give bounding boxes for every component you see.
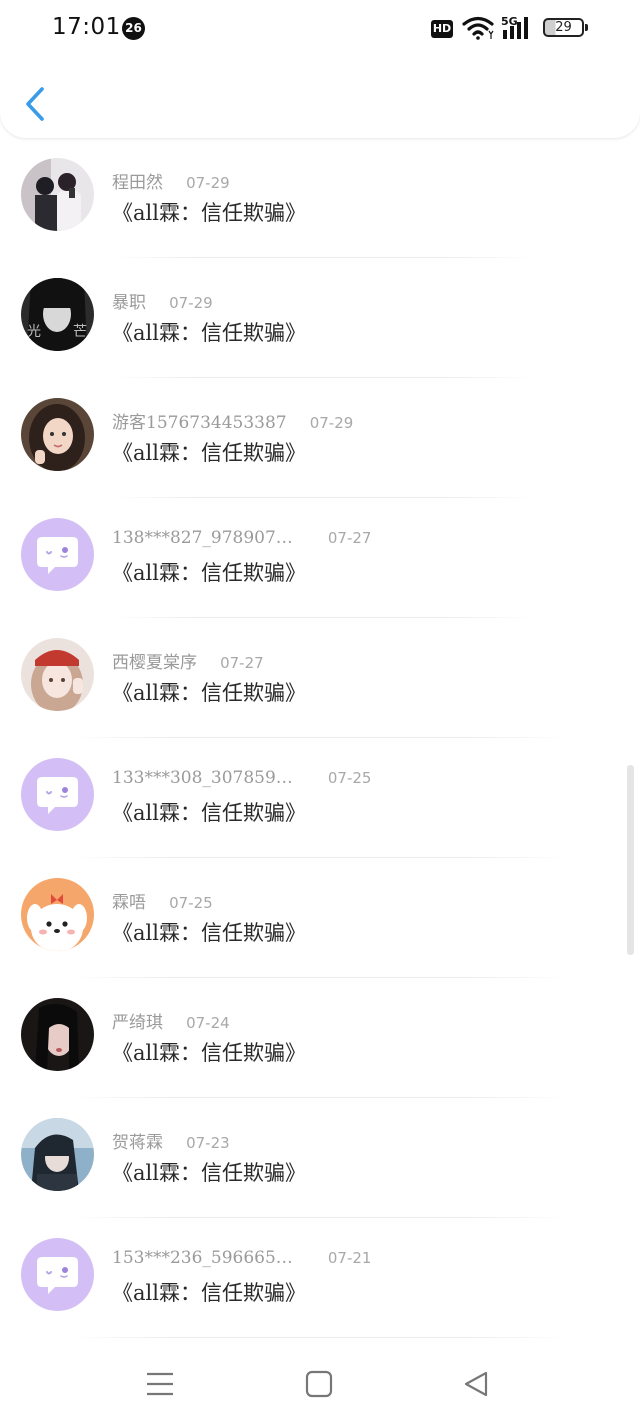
chevron-left-icon	[26, 87, 44, 121]
username: 暴职	[112, 293, 146, 313]
chat-bubble-icon	[21, 758, 94, 831]
book-title: 《all霖：信任欺骗》	[112, 201, 306, 225]
list-item[interactable]: 霖唔 07-25 《all霖：信任欺骗》	[0, 858, 640, 978]
book-title: 《all霖：信任欺骗》	[112, 1281, 306, 1305]
item-meta: 138***827_978907… 07-27	[112, 528, 371, 550]
username: 贺蒋霖	[112, 1133, 163, 1153]
battery-tip	[585, 24, 588, 31]
item-meta: 西樱夏棠序 07-27	[112, 648, 264, 673]
status-time: 17:01	[52, 14, 121, 40]
date: 07-27	[220, 654, 264, 672]
user-avatar[interactable]	[21, 398, 94, 471]
username: 程田然	[112, 173, 163, 193]
book-title: 《all霖：信任欺骗》	[112, 561, 306, 585]
reader-list[interactable]: 程田然 07-29 《all霖：信任欺骗》 光 芒 暴职 07-29 《all霖…	[0, 138, 640, 1338]
book-title: 《all霖：信任欺骗》	[112, 801, 306, 825]
book-title: 《all霖：信任欺骗》	[112, 441, 306, 465]
list-item[interactable]: 153***236_596665… 07-21 《all霖：信任欺骗》	[0, 1218, 640, 1338]
item-meta: 严绮琪 07-24	[112, 1008, 230, 1033]
date: 07-24	[186, 1014, 230, 1032]
username: 严绮琪	[112, 1013, 163, 1033]
signal-5g-icon: 5G	[501, 15, 528, 39]
back-triangle-icon[interactable]	[462, 1370, 490, 1398]
item-meta: 游客1576734453387 07-29	[112, 408, 354, 433]
list-item[interactable]: 光 芒 暴职 07-29 《all霖：信任欺骗》	[0, 258, 640, 378]
default-avatar[interactable]	[21, 518, 94, 591]
menu-icon[interactable]	[146, 1371, 174, 1397]
book-title: 《all霖：信任欺骗》	[112, 1041, 306, 1065]
date: 07-25	[169, 894, 213, 912]
default-avatar[interactable]	[21, 1238, 94, 1311]
hd-icon: HD	[431, 20, 453, 38]
user-avatar[interactable]	[21, 158, 94, 231]
list-item[interactable]: 游客1576734453387 07-29 《all霖：信任欺骗》	[0, 378, 640, 498]
scrollbar[interactable]	[627, 765, 634, 955]
system-nav-bar	[0, 1345, 640, 1427]
chat-bubble-icon	[21, 518, 94, 591]
username: 153***236_596665…	[112, 1248, 293, 1268]
screen: 17:01 26 HD 5G 29 程田然 07-29 《all霖：信任欺骗》 …	[0, 0, 640, 1427]
date: 07-23	[186, 1134, 230, 1152]
header: 17:01 26 HD 5G 29	[0, 0, 640, 138]
item-meta: 霖唔 07-25	[112, 888, 213, 913]
item-meta: 133***308_307859… 07-25	[112, 768, 371, 790]
book-title: 《all霖：信任欺骗》	[112, 921, 306, 945]
user-avatar[interactable]	[21, 638, 94, 711]
default-avatar[interactable]	[21, 758, 94, 831]
username: 138***827_978907…	[112, 528, 293, 548]
item-meta: 贺蒋霖 07-23	[112, 1128, 230, 1153]
item-meta: 暴职 07-29	[112, 288, 213, 313]
notification-count-badge: 26	[122, 17, 145, 40]
home-square-icon[interactable]	[305, 1370, 333, 1398]
list-item[interactable]: 严绮琪 07-24 《all霖：信任欺骗》	[0, 978, 640, 1098]
username: 西樱夏棠序	[112, 653, 197, 673]
date: 07-27	[327, 529, 372, 547]
user-avatar[interactable]	[21, 1118, 94, 1191]
username: 霖唔	[112, 893, 146, 913]
item-meta: 程田然 07-29	[112, 168, 230, 193]
list-item[interactable]: 贺蒋霖 07-23 《all霖：信任欺骗》	[0, 1098, 640, 1218]
battery-icon: 29	[543, 18, 584, 37]
list-item[interactable]: 西樱夏棠序 07-27 《all霖：信任欺骗》	[0, 618, 640, 738]
wifi-icon	[462, 16, 494, 40]
list-item[interactable]: 程田然 07-29 《all霖：信任欺骗》	[0, 138, 640, 258]
date: 07-29	[186, 174, 230, 192]
date: 07-25	[327, 769, 372, 787]
status-bar: 17:01 26 HD 5G 29	[0, 0, 640, 58]
user-avatar[interactable]: 光 芒	[21, 278, 94, 351]
svg-text:芒: 芒	[73, 324, 87, 340]
list-item[interactable]: 138***827_978907… 07-27 《all霖：信任欺骗》	[0, 498, 640, 618]
network-label: 5G	[501, 15, 518, 28]
item-meta: 153***236_596665… 07-21	[112, 1248, 371, 1270]
user-avatar[interactable]	[21, 998, 94, 1071]
date: 07-21	[327, 1249, 372, 1267]
back-button[interactable]	[18, 84, 52, 124]
divider	[70, 1337, 570, 1338]
book-title: 《all霖：信任欺骗》	[112, 1161, 306, 1185]
username: 133***308_307859…	[112, 768, 293, 788]
date: 07-29	[309, 414, 354, 432]
date: 07-29	[169, 294, 213, 312]
book-title: 《all霖：信任欺骗》	[112, 321, 306, 345]
list-item[interactable]: 133***308_307859… 07-25 《all霖：信任欺骗》	[0, 738, 640, 858]
user-avatar[interactable]	[21, 878, 94, 951]
username: 游客1576734453387	[112, 413, 287, 433]
svg-text:光: 光	[27, 324, 41, 340]
book-title: 《all霖：信任欺骗》	[112, 681, 306, 705]
chat-bubble-icon	[21, 1238, 94, 1311]
